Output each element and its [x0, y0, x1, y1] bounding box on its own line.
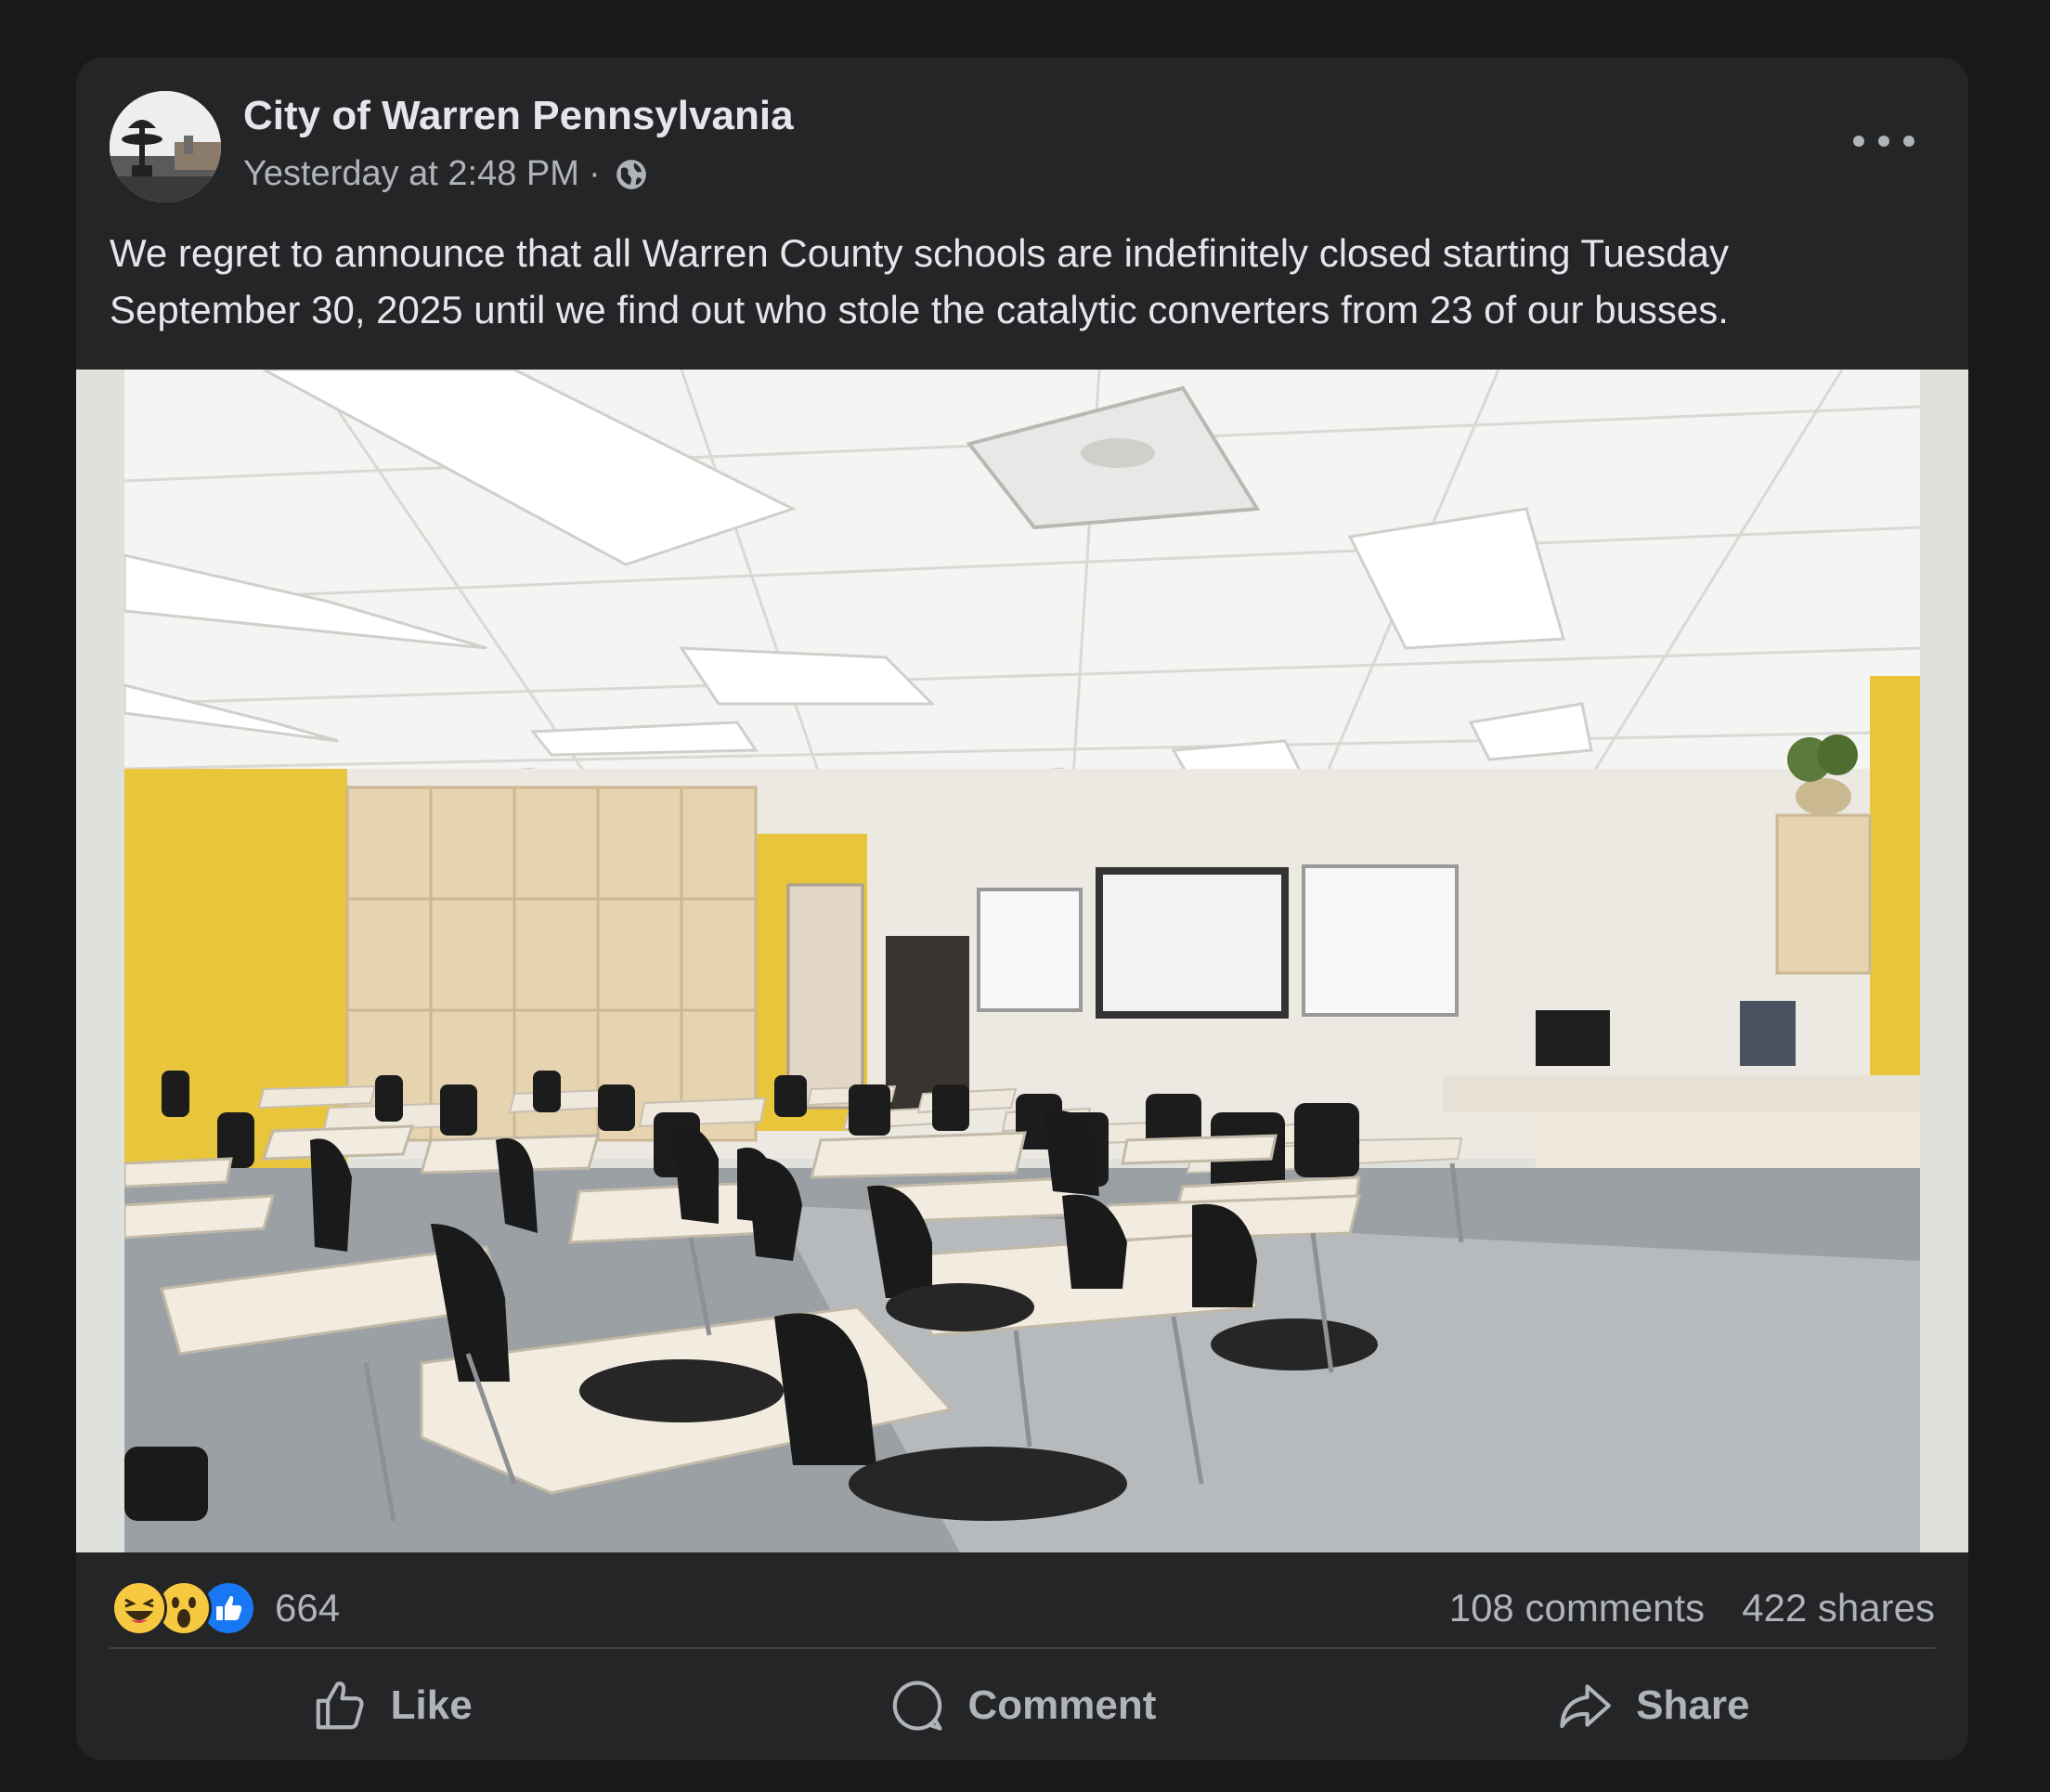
comments-count[interactable]: 108 comments — [1449, 1586, 1705, 1630]
post-header: City of Warren Pennsylvania Yesterday at… — [76, 58, 1968, 206]
more-options-icon[interactable] — [1853, 123, 1914, 160]
share-button[interactable]: Share — [1338, 1651, 1968, 1760]
actions-divider — [110, 1647, 1935, 1649]
shares-count[interactable]: 422 shares — [1742, 1586, 1935, 1630]
globe-icon[interactable] — [614, 157, 649, 192]
post-card: City of Warren Pennsylvania Yesterday at… — [76, 58, 1968, 1760]
reaction-count: 664 — [275, 1586, 341, 1630]
share-arrow-icon — [1560, 1684, 1612, 1729]
like-button[interactable]: Like — [76, 1651, 707, 1760]
reactions-summary[interactable]: 664 — [111, 1580, 340, 1636]
post-timestamp[interactable]: Yesterday at 2:48 PM — [243, 154, 579, 194]
post-photo[interactable] — [76, 370, 1968, 1552]
meta-separator: · — [588, 154, 601, 193]
classroom-image — [124, 370, 1920, 1552]
comment-bubble-icon — [892, 1681, 942, 1731]
action-bar: Like Comment Share — [76, 1651, 1968, 1760]
post-stats: 664 108 comments 422 shares — [76, 1552, 1968, 1658]
post-text: We regret to announce that all Warren Co… — [110, 231, 1729, 331]
avatar-image — [110, 91, 221, 202]
page-avatar[interactable] — [110, 91, 221, 202]
page-name[interactable]: City of Warren Pennsylvania — [243, 93, 794, 139]
share-label: Share — [1636, 1682, 1750, 1728]
thumbs-up-icon — [316, 1682, 364, 1730]
post-meta: Yesterday at 2:48 PM · — [243, 154, 649, 194]
comment-label: Comment — [967, 1682, 1157, 1728]
engagement-counts: 108 comments 422 shares — [1449, 1586, 1935, 1630]
haha-icon — [111, 1580, 167, 1636]
like-label: Like — [390, 1682, 473, 1728]
comment-button[interactable]: Comment — [707, 1651, 1337, 1760]
